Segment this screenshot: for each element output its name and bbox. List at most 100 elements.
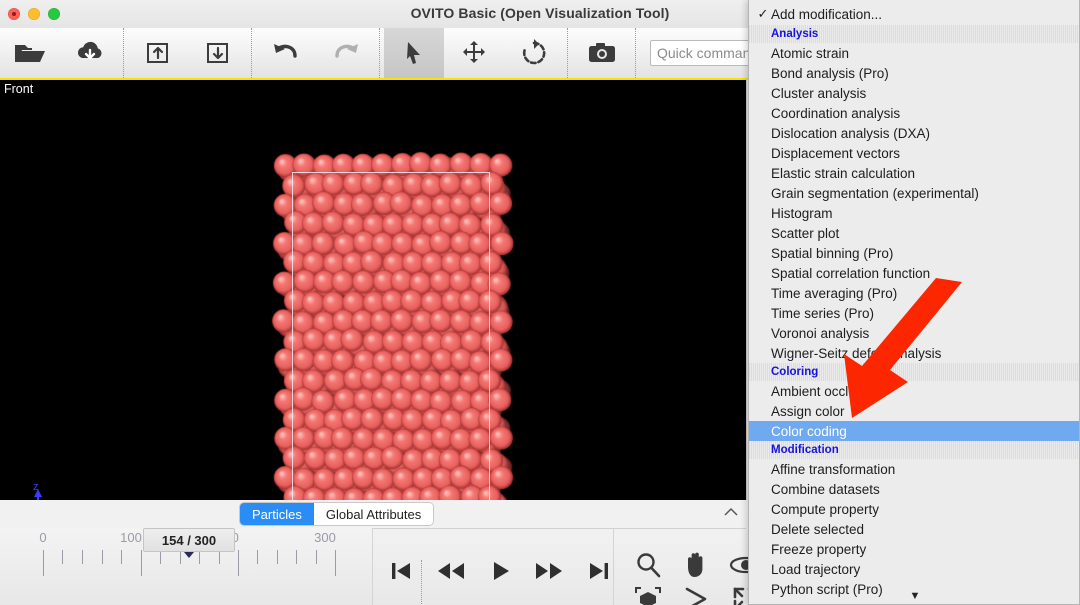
fov-cone-icon xyxy=(682,586,710,605)
move-cross-icon xyxy=(460,39,488,67)
toolbar-separator-5 xyxy=(635,28,637,78)
menu-item-spatial-correlation-function[interactable]: Spatial correlation function xyxy=(749,263,1079,283)
menu-item-cluster-analysis[interactable]: Cluster analysis xyxy=(749,83,1079,103)
fast-forward-icon xyxy=(534,560,564,587)
load-session-button[interactable] xyxy=(188,28,248,78)
timeline-tick xyxy=(180,550,181,564)
timeline-thumb-pointer xyxy=(184,552,194,558)
save-session-button[interactable] xyxy=(128,28,188,78)
timeline-tick-label: 100 xyxy=(120,530,142,545)
menu-item-load-trajectory[interactable]: Load trajectory xyxy=(749,559,1079,579)
menu-item-scatter-plot[interactable]: Scatter plot xyxy=(749,223,1079,243)
menu-header-analysis: Analysis xyxy=(749,25,1079,43)
menu-item-dislocation-analysis[interactable]: Dislocation analysis (DXA) xyxy=(749,123,1079,143)
coordinate-tripod: z x y xyxy=(22,480,102,500)
timeline-tick xyxy=(238,550,239,576)
menu-item-histogram[interactable]: Histogram xyxy=(749,203,1079,223)
previous-frame-button[interactable] xyxy=(431,558,471,588)
menu-item-voronoi-analysis[interactable]: Voronoi analysis xyxy=(749,323,1079,343)
move-mode-button[interactable] xyxy=(444,28,504,78)
camera-icon xyxy=(587,41,617,65)
timeline-tick-label: 300 xyxy=(314,530,336,545)
add-modification-menu: ✓ Add modification... Analysis Atomic st… xyxy=(748,0,1080,605)
viewport-front[interactable]: Front z x y xyxy=(0,80,746,500)
timeline-tick xyxy=(102,550,103,564)
magnifier-icon xyxy=(634,551,662,584)
toolbar-separator-3 xyxy=(379,28,381,78)
history-button-group xyxy=(256,28,376,78)
menu-header-coloring: Coloring xyxy=(749,363,1079,381)
menu-item-time-series[interactable]: Time series (Pro) xyxy=(749,303,1079,323)
redo-arrow-icon xyxy=(330,40,362,66)
menu-item-assign-color[interactable]: Assign color xyxy=(749,401,1079,421)
file-button-group xyxy=(0,28,120,78)
animation-playback-controls xyxy=(373,528,613,605)
menu-item-freeze-property[interactable]: Freeze property xyxy=(749,539,1079,559)
simulation-cell-box xyxy=(292,172,490,500)
go-to-start-button[interactable] xyxy=(383,558,419,588)
menu-scroll-down-arrow[interactable]: ▼ xyxy=(749,590,1079,602)
menu-item-ambient-occlusion[interactable]: Ambient occlusion xyxy=(749,381,1079,401)
menu-item-wigner-seitz-defect-analysis[interactable]: Wigner-Seitz defect analysis xyxy=(749,343,1079,363)
svg-text:z: z xyxy=(33,481,39,493)
timeline-tick xyxy=(43,550,44,576)
menu-title-label: Add modification... xyxy=(771,6,883,22)
menu-item-grain-segmentation[interactable]: Grain segmentation (experimental) xyxy=(749,183,1079,203)
tab-global-attributes[interactable]: Global Attributes xyxy=(313,503,434,525)
cloud-download-icon xyxy=(74,40,106,66)
menu-title-item[interactable]: ✓ Add modification... xyxy=(749,3,1079,25)
ovito-main-window: OVITO Basic (Open Visualization Tool) Qu… xyxy=(0,0,1080,605)
menu-item-displacement-vectors[interactable]: Displacement vectors xyxy=(749,143,1079,163)
zoom-scene-extents-button[interactable] xyxy=(628,584,668,605)
menu-item-time-averaging[interactable]: Time averaging (Pro) xyxy=(749,283,1079,303)
menu-item-combine-datasets[interactable]: Combine datasets xyxy=(749,479,1079,499)
tab-particles[interactable]: Particles xyxy=(240,503,314,525)
file-download-icon xyxy=(204,39,232,67)
playbar-separator xyxy=(421,560,422,604)
hand-icon xyxy=(683,551,709,584)
undo-button[interactable] xyxy=(256,28,316,78)
viewport-caption[interactable]: Front xyxy=(4,82,33,96)
chevron-up-icon[interactable] xyxy=(724,506,738,520)
next-frame-button[interactable] xyxy=(529,558,569,588)
toolbar-separator-4 xyxy=(567,28,569,78)
timeline-thumb[interactable]: 154 / 300 xyxy=(143,528,235,552)
go-to-end-button[interactable] xyxy=(581,558,617,588)
undo-arrow-icon xyxy=(270,40,302,66)
play-animation-button[interactable] xyxy=(483,558,519,588)
pan-tool-button[interactable] xyxy=(676,550,716,584)
toolbar-separator-1 xyxy=(123,28,125,78)
select-mode-button[interactable] xyxy=(384,28,444,78)
timeline-tick xyxy=(82,550,83,564)
menu-item-color-coding[interactable]: Color coding xyxy=(749,421,1079,441)
animation-timeline[interactable]: 0 100 200 300 154 / 300 xyxy=(0,528,373,605)
timeline-tick xyxy=(277,550,278,564)
menu-item-bond-analysis[interactable]: Bond analysis (Pro) xyxy=(749,63,1079,83)
menu-item-spatial-binning[interactable]: Spatial binning (Pro) xyxy=(749,243,1079,263)
timeline-tick xyxy=(141,550,142,576)
mode-button-group xyxy=(384,28,564,78)
render-button-group xyxy=(572,28,632,78)
menu-item-compute-property[interactable]: Compute property xyxy=(749,499,1079,519)
open-file-button[interactable] xyxy=(0,28,60,78)
menu-item-delete-selected[interactable]: Delete selected xyxy=(749,519,1079,539)
menu-item-affine-transformation[interactable]: Affine transformation xyxy=(749,459,1079,479)
checkmark-icon: ✓ xyxy=(757,6,769,21)
menu-item-elastic-strain-calculation[interactable]: Elastic strain calculation xyxy=(749,163,1079,183)
file-upload-icon xyxy=(144,39,172,67)
timeline-tick xyxy=(296,550,297,564)
timeline-tick xyxy=(257,550,258,564)
folder-open-icon xyxy=(13,39,47,67)
timeline-tick xyxy=(160,550,161,564)
menu-item-coordination-analysis[interactable]: Coordination analysis xyxy=(749,103,1079,123)
rotate-mode-button[interactable] xyxy=(504,28,564,78)
field-of-view-button[interactable] xyxy=(676,584,716,605)
menu-item-atomic-strain[interactable]: Atomic strain xyxy=(749,43,1079,63)
rotate-circle-icon xyxy=(520,39,548,67)
load-remote-file-button[interactable] xyxy=(60,28,120,78)
timeline-tick xyxy=(62,550,63,564)
zoom-tool-button[interactable] xyxy=(628,550,668,584)
render-button[interactable] xyxy=(572,28,632,78)
data-inspector-tabs: Particles Global Attributes xyxy=(240,503,434,525)
redo-button[interactable] xyxy=(316,28,376,78)
